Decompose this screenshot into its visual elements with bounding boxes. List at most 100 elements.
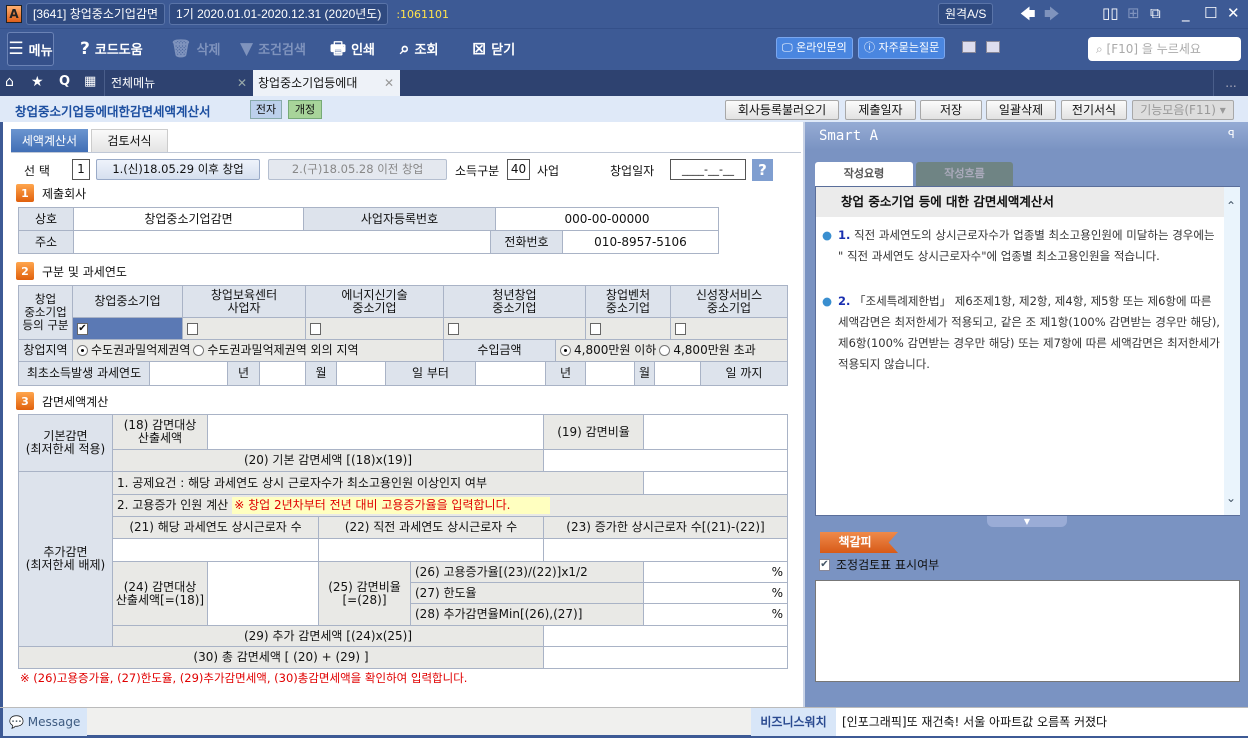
prior-form-button[interactable]: 전기서식 (1061, 100, 1127, 120)
from-day-input[interactable] (337, 362, 386, 386)
scroll-up-icon[interactable]: ⌃ (1226, 199, 1236, 213)
online-inquiry-button[interactable]: 🖵 온라인문의 (776, 37, 853, 59)
from-month-input[interactable] (260, 362, 306, 386)
line19-input[interactable] (644, 415, 788, 450)
bookmark-ribbon[interactable]: 책갈피 (820, 532, 898, 553)
book-icon[interactable]: ▯▯ (1102, 4, 1119, 22)
name-value[interactable]: 창업중소기업감면 (74, 208, 304, 231)
bulk-delete-button[interactable]: 일괄삭제 (986, 100, 1056, 120)
type-checkbox-cell[interactable] (183, 318, 306, 340)
forward-arrow-icon[interactable]: 🡆 (1044, 4, 1060, 29)
from-year-input[interactable] (150, 362, 228, 386)
option-old-startup-button[interactable]: 2.(구)18.05.28 이전 창업 (268, 159, 447, 180)
line27-input[interactable]: % (644, 583, 788, 604)
load-company-button[interactable]: 회사등록불러오기 (725, 100, 839, 120)
to-year-input[interactable] (476, 362, 546, 386)
checkbox-checked[interactable]: ✔ (77, 322, 88, 335)
print-button[interactable]: 🖶 인쇄 (330, 39, 375, 59)
income-type-input[interactable]: 40 (507, 159, 530, 180)
review-textarea[interactable] (815, 580, 1240, 682)
help-button[interactable]: ? (752, 159, 773, 181)
faq-button[interactable]: ⓘ 자주묻는질문 (858, 37, 946, 59)
menu-search-input[interactable]: ⌕ [F10] 을 누르세요 (1088, 37, 1241, 61)
function-menu-dropdown[interactable]: 기능모음(F11) ▾ (1132, 100, 1234, 120)
guide-scrollbar[interactable]: ⌃ ⌄ (1224, 187, 1240, 515)
bizno-value[interactable]: 000-00-00000 (496, 208, 719, 231)
option-new-startup-button[interactable]: 1.(신)18.05.29 이후 창업 (96, 159, 260, 180)
region-option-2[interactable]: 수도권과밀억제권역 외의 지역 (207, 344, 358, 357)
grid-icon[interactable]: ⊞ (1127, 4, 1140, 22)
checkbox[interactable] (448, 322, 459, 335)
start-date-input[interactable]: ____-__-__ (670, 159, 746, 180)
submit-date-button[interactable]: 제출일자 (845, 100, 916, 120)
line24-value[interactable] (208, 562, 319, 626)
tab-writing-flow[interactable]: 작성흐름 (916, 162, 1013, 186)
line18-input[interactable] (208, 415, 544, 450)
type-checkbox-cell[interactable] (586, 318, 671, 340)
period-selector[interactable]: 1기 2020.01.01-2020.12.31 (2020년도) (169, 3, 389, 25)
program-selector[interactable]: [3641] 창업중소기업감면 (26, 3, 166, 25)
tab-review[interactable]: 검토서식 (91, 129, 168, 153)
layout-right-icon[interactable] (986, 41, 1000, 53)
type-checkbox-cell[interactable]: ✔ (73, 318, 183, 340)
radio[interactable] (659, 345, 671, 356)
region-option-1[interactable]: 수도권과밀억제권역 (91, 344, 190, 357)
tab-writing-guide[interactable]: 작성요령 (815, 162, 913, 186)
type-checkbox-cell[interactable] (306, 318, 444, 340)
home-icon[interactable]: ⌂ (5, 74, 14, 90)
close-tab-icon[interactable]: ✕ (384, 70, 394, 96)
checkbox[interactable] (590, 322, 601, 335)
collapse-toggle[interactable]: ▼ (987, 516, 1067, 527)
radio-selected[interactable] (560, 345, 571, 356)
window-restore-icon[interactable]: ⧉ (1150, 4, 1161, 22)
tab-all-menu[interactable]: 전체메뉴 ✕ (104, 70, 253, 96)
save-button[interactable]: 저장 (920, 100, 982, 120)
requirement1-input[interactable] (644, 472, 788, 495)
checkbox[interactable] (675, 322, 686, 335)
to-month-input[interactable] (586, 362, 635, 386)
radio[interactable] (193, 345, 205, 356)
close-window-icon[interactable]: ✕ (1227, 4, 1240, 22)
message-button[interactable]: 💬 Message (0, 708, 87, 736)
code-help-button[interactable]: ? 코드도움 (80, 39, 143, 59)
line20-value[interactable] (544, 450, 788, 472)
search-button[interactable]: ⌕ 조회 (400, 39, 438, 59)
tab-active[interactable]: 창업중소기업등에대 ✕ (253, 70, 400, 96)
to-day-input[interactable] (655, 362, 701, 386)
close-button[interactable]: ⊠ 닫기 (472, 39, 515, 59)
news-ticker[interactable]: [인포그래픽]또 재건축! 서울 아파트값 오름폭 커졌다 (836, 708, 1248, 736)
calendar-icon[interactable]: ▦ (84, 74, 96, 89)
review-toggle[interactable]: ✔ 조정검토표 표시여부 (819, 556, 939, 573)
layout-left-icon[interactable] (962, 41, 976, 53)
checkbox-checked[interactable]: ✔ (819, 558, 830, 571)
close-tab-icon[interactable]: ✕ (237, 70, 247, 96)
pin-icon[interactable]: ꟼ (1228, 128, 1235, 141)
line29-value[interactable] (544, 626, 788, 647)
line30-value[interactable] (544, 647, 788, 669)
line21-input[interactable] (113, 539, 319, 562)
quick-search-icon[interactable]: Q (59, 74, 70, 89)
line26-input[interactable]: % (644, 562, 788, 583)
line22-input[interactable] (319, 539, 544, 562)
tab-tax-calc[interactable]: 세액계산서 (11, 129, 88, 153)
type-checkbox-cell[interactable] (671, 318, 788, 340)
revenue-option-1[interactable]: 4,800만원 이하 (574, 344, 656, 357)
delete-button[interactable]: 🗑 삭제 (170, 39, 221, 59)
more-tabs-button[interactable]: ... (1213, 70, 1248, 96)
remote-as-button[interactable]: 원격A/S (938, 3, 994, 25)
select-input[interactable]: 1 (72, 159, 90, 180)
radio-selected[interactable] (77, 345, 88, 356)
filter-button[interactable]: ▼ 조건검색 (240, 39, 306, 59)
address-value[interactable] (74, 231, 491, 254)
menu-button[interactable]: ☰ 메뉴 (7, 32, 54, 66)
checkbox[interactable] (310, 322, 321, 335)
checkbox[interactable] (187, 322, 198, 335)
type-checkbox-cell[interactable] (444, 318, 586, 340)
line23-value[interactable] (544, 539, 788, 562)
back-arrow-icon[interactable]: 🡄 (1020, 4, 1036, 29)
maximize-icon[interactable]: ☐ (1204, 4, 1217, 22)
phone-value[interactable]: 010-8957-5106 (563, 231, 719, 254)
scroll-down-icon[interactable]: ⌄ (1226, 491, 1236, 505)
line28-value[interactable]: % (644, 604, 788, 626)
revenue-option-2[interactable]: 4,800만원 초과 (673, 344, 755, 357)
